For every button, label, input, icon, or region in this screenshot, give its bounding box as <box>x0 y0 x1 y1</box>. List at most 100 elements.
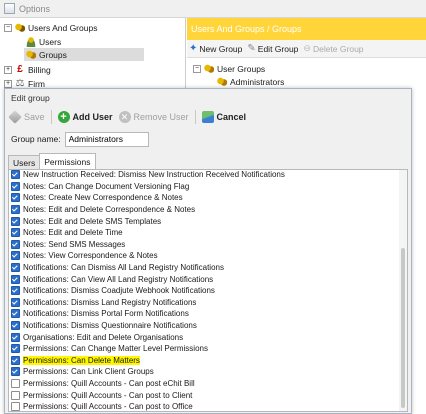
delete-group-button[interactable]: ⊖ Delete Group <box>303 43 363 54</box>
expand-icon[interactable]: + <box>4 79 12 88</box>
tree-item-groups[interactable]: Groups <box>24 48 144 61</box>
tree-item-users-and-groups[interactable]: − Users And Groups <box>4 21 97 34</box>
permission-checkbox[interactable] <box>11 170 20 180</box>
permission-checkbox[interactable] <box>11 286 20 296</box>
permission-checkbox[interactable] <box>11 367 20 377</box>
permission-item[interactable]: Notes: Edit and Delete SMS Templates <box>9 215 399 227</box>
expand-icon[interactable]: + <box>4 65 12 74</box>
permission-label: Notes: Edit and Delete SMS Templates <box>23 216 162 226</box>
tree-item-billing[interactable]: + £ Billing <box>4 63 51 76</box>
remove-icon: ✕ <box>118 111 131 123</box>
permission-checkbox[interactable] <box>11 390 20 400</box>
edit-group-dialog: Edit group Save + Add User ✕ Remove User… <box>4 88 412 414</box>
tree-item-label: User Groups <box>217 63 266 74</box>
permission-label: New Instruction Received: Dismiss New In… <box>23 170 285 180</box>
permission-item[interactable]: Organisations: Edit and Delete Organisat… <box>9 331 399 343</box>
permission-checkbox[interactable] <box>11 378 20 388</box>
new-group-icon: ✦ <box>189 43 198 54</box>
permission-checkbox[interactable] <box>11 274 20 284</box>
permissions-list: New Instruction Received: Dismiss New In… <box>9 170 399 412</box>
permission-checkbox[interactable] <box>11 193 20 203</box>
permission-item[interactable]: Notifications: Dismiss Coadjute Webhook … <box>9 285 399 297</box>
permission-item[interactable]: Notifications: Dismiss Land Registry Not… <box>9 297 399 309</box>
tab-permissions[interactable]: Permissions <box>39 153 96 169</box>
collapse-icon[interactable]: − <box>4 23 12 32</box>
scrollbar-thumb[interactable] <box>401 248 405 408</box>
permission-label: Permissions: Can Link Client Groups <box>23 367 154 377</box>
permission-item[interactable]: Permissions: Can Link Client Groups <box>9 366 399 378</box>
tree-item-label: Groups <box>39 49 67 60</box>
permission-checkbox[interactable] <box>11 355 20 365</box>
permission-item[interactable]: Permissions: Can Delete Matters <box>9 355 399 367</box>
permission-checkbox[interactable] <box>11 181 20 191</box>
options-title-bar: Options <box>0 0 426 18</box>
pound-sign-icon: £ <box>17 63 23 75</box>
tree-item-label: Users And Groups <box>28 22 98 33</box>
cancel-button[interactable]: Cancel <box>201 111 246 123</box>
permission-item[interactable]: Notes: Edit and Delete Correspondence & … <box>9 204 399 216</box>
vertical-scrollbar[interactable] <box>399 170 407 411</box>
new-group-button[interactable]: ✦ New Group <box>189 43 242 54</box>
pane-header: Users And Groups / Groups <box>187 18 426 40</box>
permission-item[interactable]: Notes: Create New Correspondence & Notes <box>9 192 399 204</box>
remove-user-button[interactable]: ✕ Remove User <box>118 111 189 123</box>
user-groups-icon <box>204 63 214 74</box>
save-icon <box>8 110 22 124</box>
group-name-input[interactable] <box>64 131 149 147</box>
permission-checkbox[interactable] <box>11 251 20 261</box>
permission-label: Notifications: Dismiss Portal Form Notif… <box>23 309 189 319</box>
permission-label: Notes: Edit and Delete Correspondence & … <box>23 205 196 215</box>
permission-item[interactable]: Notes: Send SMS Messages <box>9 239 399 251</box>
group-tree: − User Groups Administrators <box>187 58 426 90</box>
permission-item[interactable]: Notes: Edit and Delete Time <box>9 227 399 239</box>
permission-item[interactable]: Notes: View Correspondence & Notes <box>9 250 399 262</box>
users-icon <box>26 36 36 47</box>
save-button[interactable]: Save <box>8 110 45 124</box>
permission-label: Permissions: Quill Accounts - Can post e… <box>23 378 195 388</box>
permission-item[interactable]: New Instruction Received: Dismiss New In… <box>9 170 399 181</box>
permission-checkbox[interactable] <box>11 263 20 273</box>
groups-pane: Users And Groups / Groups ✦ New Group ✎ … <box>187 18 426 90</box>
permission-item[interactable]: Notifications: Can View All Land Registr… <box>9 273 399 285</box>
options-window-icon <box>4 3 15 14</box>
save-label: Save <box>24 112 45 122</box>
tab-users[interactable]: Users <box>8 155 41 169</box>
permission-label: Permissions: Can Change Matter Level Per… <box>23 344 208 354</box>
permission-checkbox[interactable] <box>11 402 20 411</box>
administrators-icon <box>217 76 227 87</box>
add-user-label: Add User <box>72 112 113 122</box>
permission-item[interactable]: Notes: Can Change Document Versioning Fl… <box>9 181 399 193</box>
permission-item[interactable]: Notifications: Can Dismiss All Land Regi… <box>9 262 399 274</box>
permission-item[interactable]: Notifications: Dismiss Questionnaire Not… <box>9 320 399 332</box>
permission-label: Notes: Edit and Delete Time <box>23 228 123 238</box>
users-and-groups-icon <box>15 22 25 33</box>
permission-checkbox[interactable] <box>11 228 20 238</box>
permission-item[interactable]: Notifications: Dismiss Portal Form Notif… <box>9 308 399 320</box>
edit-group-button[interactable]: ✎ Edit Group <box>247 43 298 54</box>
permission-checkbox[interactable] <box>11 344 20 354</box>
permission-checkbox[interactable] <box>11 205 20 215</box>
permission-label: Notifications: Can View All Land Registr… <box>23 274 214 284</box>
tree-item-users[interactable]: Users <box>26 35 61 48</box>
permission-checkbox[interactable] <box>11 332 20 342</box>
permission-checkbox[interactable] <box>11 216 20 226</box>
permission-label: Notes: Send SMS Messages <box>23 239 126 249</box>
permission-label: Notifications: Dismiss Questionnaire Not… <box>23 321 197 331</box>
groups-icon <box>26 49 36 60</box>
permission-checkbox[interactable] <box>11 321 20 331</box>
permission-item[interactable]: Permissions: Can Change Matter Level Per… <box>9 343 399 355</box>
add-user-button[interactable]: + Add User <box>57 111 113 123</box>
permission-item[interactable]: Permissions: Quill Accounts - Can post t… <box>9 401 399 412</box>
collapse-icon[interactable]: − <box>193 64 201 73</box>
permission-label: Notes: Can Change Document Versioning Fl… <box>23 181 190 191</box>
permission-item[interactable]: Permissions: Quill Accounts - Can post t… <box>9 389 399 401</box>
permission-checkbox[interactable] <box>11 309 20 319</box>
tree-item-user-groups[interactable]: − User Groups <box>193 62 265 75</box>
permission-item[interactable]: Permissions: Quill Accounts - Can post e… <box>9 378 399 390</box>
permission-label: Permissions: Quill Accounts - Can post t… <box>23 402 193 412</box>
dialog-tabs: Users Permissions <box>5 153 411 169</box>
permission-checkbox[interactable] <box>11 297 20 307</box>
tree-item-administrators[interactable]: Administrators <box>217 75 284 88</box>
permission-checkbox[interactable] <box>11 239 20 249</box>
group-name-row: Group name: <box>5 129 411 149</box>
